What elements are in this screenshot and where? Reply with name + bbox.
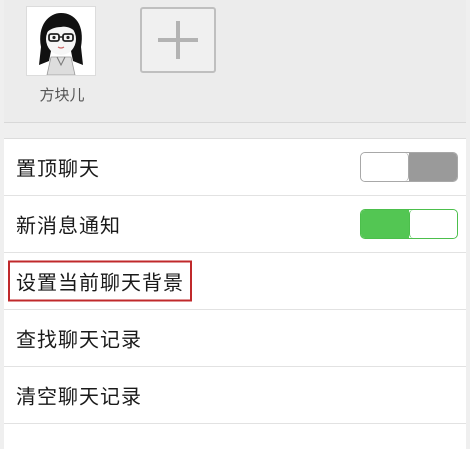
settings-row-label: 设置当前聊天背景	[8, 260, 192, 302]
settings-row-search-history[interactable]: 查找聊天记录	[4, 310, 466, 367]
add-member-button[interactable]	[140, 7, 216, 73]
new-message-notify-toggle[interactable]	[360, 209, 458, 239]
user-avatar[interactable]	[26, 6, 96, 76]
settings-row-new-message-notify[interactable]: 新消息通知	[4, 196, 466, 253]
toggle-track	[409, 153, 457, 181]
avatar-illustration-icon	[27, 7, 95, 75]
settings-row-label: 置顶聊天	[16, 156, 100, 181]
group-members-panel: 方块儿	[4, 0, 466, 123]
settings-row-sticky-chat[interactable]: 置顶聊天	[4, 139, 466, 196]
member-item[interactable]: 方块儿	[26, 6, 102, 104]
settings-row-label: 清空聊天记录	[16, 384, 142, 409]
member-name: 方块儿	[39, 86, 85, 104]
plus-icon	[158, 21, 198, 59]
sticky-chat-toggle[interactable]	[360, 152, 458, 182]
settings-row-chat-background[interactable]: 设置当前聊天背景	[4, 253, 466, 310]
settings-row-label: 查找聊天记录	[16, 327, 142, 352]
toggle-track	[361, 210, 409, 238]
chat-settings-list: 置顶聊天 新消息通知 设置当前聊天背景 查找聊天记录 清空聊天记录	[4, 138, 466, 449]
toggle-knob	[409, 210, 457, 238]
toggle-knob	[361, 153, 409, 181]
settings-row-clear-history[interactable]: 清空聊天记录	[4, 367, 466, 424]
settings-row-label: 新消息通知	[16, 213, 121, 238]
